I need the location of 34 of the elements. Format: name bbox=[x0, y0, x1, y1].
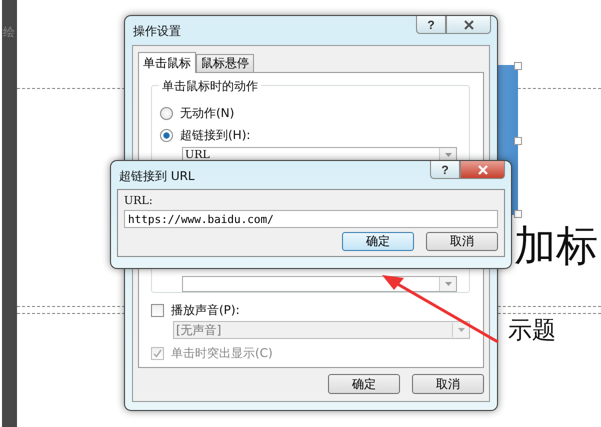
dropdown-icon bbox=[444, 282, 452, 286]
ok-button[interactable]: 确定 bbox=[342, 232, 414, 251]
resize-handle[interactable] bbox=[514, 62, 522, 70]
help-button[interactable]: ? bbox=[430, 161, 460, 179]
radio-label: 超链接到(H): bbox=[180, 126, 250, 144]
dropdown-icon bbox=[444, 153, 452, 157]
close-button[interactable] bbox=[460, 161, 505, 179]
slide-title: 加标 bbox=[514, 220, 598, 272]
ok-button[interactable]: 确定 bbox=[328, 374, 400, 394]
dropdown-icon bbox=[458, 328, 464, 332]
tab[interactable]: 鼠标悬停 bbox=[196, 54, 254, 72]
tab[interactable]: 单击鼠标 bbox=[138, 52, 196, 73]
group-title: 单击鼠标时的动作 bbox=[159, 78, 261, 95]
checkbox[interactable] bbox=[151, 304, 164, 316]
resize-handle[interactable] bbox=[514, 137, 522, 145]
radio-button[interactable] bbox=[160, 106, 173, 120]
url-field[interactable]: https://www.baidu.com/ bbox=[124, 210, 498, 228]
help-button[interactable]: ? bbox=[416, 16, 446, 34]
slide-text: 绘 bbox=[3, 24, 15, 41]
close-icon bbox=[462, 20, 474, 30]
window-title: 超链接到 URL bbox=[119, 168, 195, 185]
cancel-button[interactable]: 取消 bbox=[426, 232, 498, 251]
window-title: 操作设置 bbox=[133, 23, 181, 40]
checkbox-label: 单击时突出显示(C) bbox=[171, 344, 273, 362]
dropdown[interactable] bbox=[182, 276, 457, 292]
resize-handle[interactable] bbox=[514, 210, 522, 218]
close-icon bbox=[476, 164, 488, 174]
checkbox-label: 播放声音(P): bbox=[171, 302, 240, 318]
field-label: URL: bbox=[124, 194, 154, 208]
radio-label: 无动作(N) bbox=[180, 104, 234, 122]
close-button[interactable] bbox=[446, 16, 491, 34]
slide-subtitle: 示题 bbox=[508, 315, 556, 346]
cancel-button[interactable]: 取消 bbox=[412, 374, 484, 394]
radio-button[interactable] bbox=[160, 128, 173, 142]
